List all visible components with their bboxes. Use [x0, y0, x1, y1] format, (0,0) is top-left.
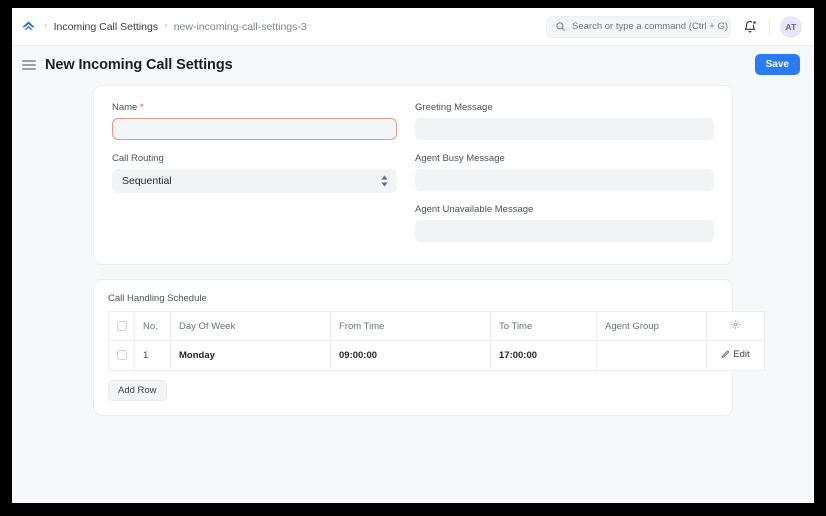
field-call-routing: Call Routing Sequential: [112, 153, 397, 193]
brand-chevron-icon[interactable]: [18, 17, 38, 37]
header-no: No.: [135, 312, 171, 341]
global-search[interactable]: Search or type a command (Ctrl + G): [546, 16, 731, 38]
required-marker: *: [140, 102, 144, 113]
breadcrumb-separator-2: ›: [164, 22, 168, 31]
toolbar-divider: [769, 19, 770, 35]
select-stepper-icon: [381, 175, 388, 187]
field-name: Name *: [112, 102, 397, 140]
pencil-icon: [721, 350, 730, 359]
name-input[interactable]: [112, 118, 397, 140]
table-row[interactable]: 1 Monday 09:00:00 17:00:00: [109, 341, 765, 371]
greeting-message-label: Greeting Message: [415, 102, 714, 113]
cell-to-time: 17:00:00: [491, 341, 597, 371]
cell-actions[interactable]: Edit: [707, 341, 765, 371]
cell-no: 1: [135, 341, 171, 371]
schedule-table: No. Day Of Week From Time To Time Agent …: [108, 311, 765, 371]
greeting-message-input[interactable]: [415, 118, 714, 140]
header-from-time: From Time: [331, 312, 491, 341]
call-handling-schedule-card: Call Handling Schedule No. Day Of Week F…: [93, 279, 733, 416]
cell-agent-group: [597, 341, 707, 371]
call-routing-value: Sequential: [112, 169, 397, 193]
page-header: New Incoming Call Settings Save: [12, 46, 814, 83]
header-select-all[interactable]: [109, 312, 135, 341]
header-agent-group: Agent Group: [597, 312, 707, 341]
breadcrumb: › Incoming Call Settings › new-incoming-…: [18, 17, 546, 37]
settings-form-card: Name * Call Routing Sequential: [93, 85, 733, 265]
agent-unavailable-message-label: Agent Unavailable Message: [415, 204, 714, 215]
row-select-cell[interactable]: [109, 341, 135, 371]
cell-from-time: 09:00:00: [331, 341, 491, 371]
call-routing-label: Call Routing: [112, 153, 397, 164]
form-column-right: Greeting Message Agent Busy Message Agen…: [413, 102, 714, 242]
breadcrumb-parent-link[interactable]: Incoming Call Settings: [54, 21, 158, 33]
agent-busy-message-input[interactable]: [415, 169, 714, 191]
schedule-section-label: Call Handling Schedule: [108, 293, 718, 304]
notification-badge-dot: [752, 20, 757, 25]
call-routing-select[interactable]: Sequential: [112, 169, 397, 193]
notifications-button[interactable]: [741, 18, 759, 36]
name-label-text: Name: [112, 102, 137, 113]
avatar[interactable]: AT: [780, 16, 802, 38]
header-day-of-week: Day Of Week: [171, 312, 331, 341]
search-input[interactable]: Search or type a command (Ctrl + G): [572, 21, 728, 32]
field-greeting-message: Greeting Message: [415, 102, 714, 140]
cell-day-of-week: Monday: [171, 341, 331, 371]
row-checkbox[interactable]: [117, 350, 127, 360]
select-all-checkbox[interactable]: [117, 321, 127, 331]
field-agent-busy-message: Agent Busy Message: [415, 153, 714, 191]
add-row-button[interactable]: Add Row: [108, 380, 167, 401]
search-icon: [555, 21, 566, 32]
app-viewport: › Incoming Call Settings › new-incoming-…: [12, 8, 814, 503]
field-agent-unavailable-message: Agent Unavailable Message: [415, 204, 714, 242]
page-content: Name * Call Routing Sequential: [12, 85, 814, 416]
agent-unavailable-message-input[interactable]: [415, 220, 714, 242]
breadcrumb-separator-1: ›: [44, 22, 48, 31]
top-navigation-bar: › Incoming Call Settings › new-incoming-…: [12, 8, 814, 46]
header-to-time: To Time: [491, 312, 597, 341]
breadcrumb-current-item: new-incoming-call-settings-3: [174, 21, 307, 33]
schedule-table-body: 1 Monday 09:00:00 17:00:00: [109, 341, 765, 371]
device-frame: › Incoming Call Settings › new-incoming-…: [0, 0, 826, 516]
schedule-table-header: No. Day Of Week From Time To Time Agent …: [109, 312, 765, 341]
agent-busy-message-label: Agent Busy Message: [415, 153, 714, 164]
edit-row-button[interactable]: Edit: [721, 349, 749, 360]
gear-icon[interactable]: [730, 319, 741, 330]
name-label: Name *: [112, 102, 397, 113]
header-settings[interactable]: [707, 312, 765, 341]
form-column-left: Name * Call Routing Sequential: [112, 102, 413, 242]
page-title: New Incoming Call Settings: [45, 57, 746, 73]
top-bar-actions: Search or type a command (Ctrl + G) AT: [546, 16, 802, 38]
save-button[interactable]: Save: [755, 54, 800, 75]
edit-row-label: Edit: [733, 349, 749, 360]
table-header-row: No. Day Of Week From Time To Time Agent …: [109, 312, 765, 341]
hamburger-icon[interactable]: [22, 59, 36, 70]
